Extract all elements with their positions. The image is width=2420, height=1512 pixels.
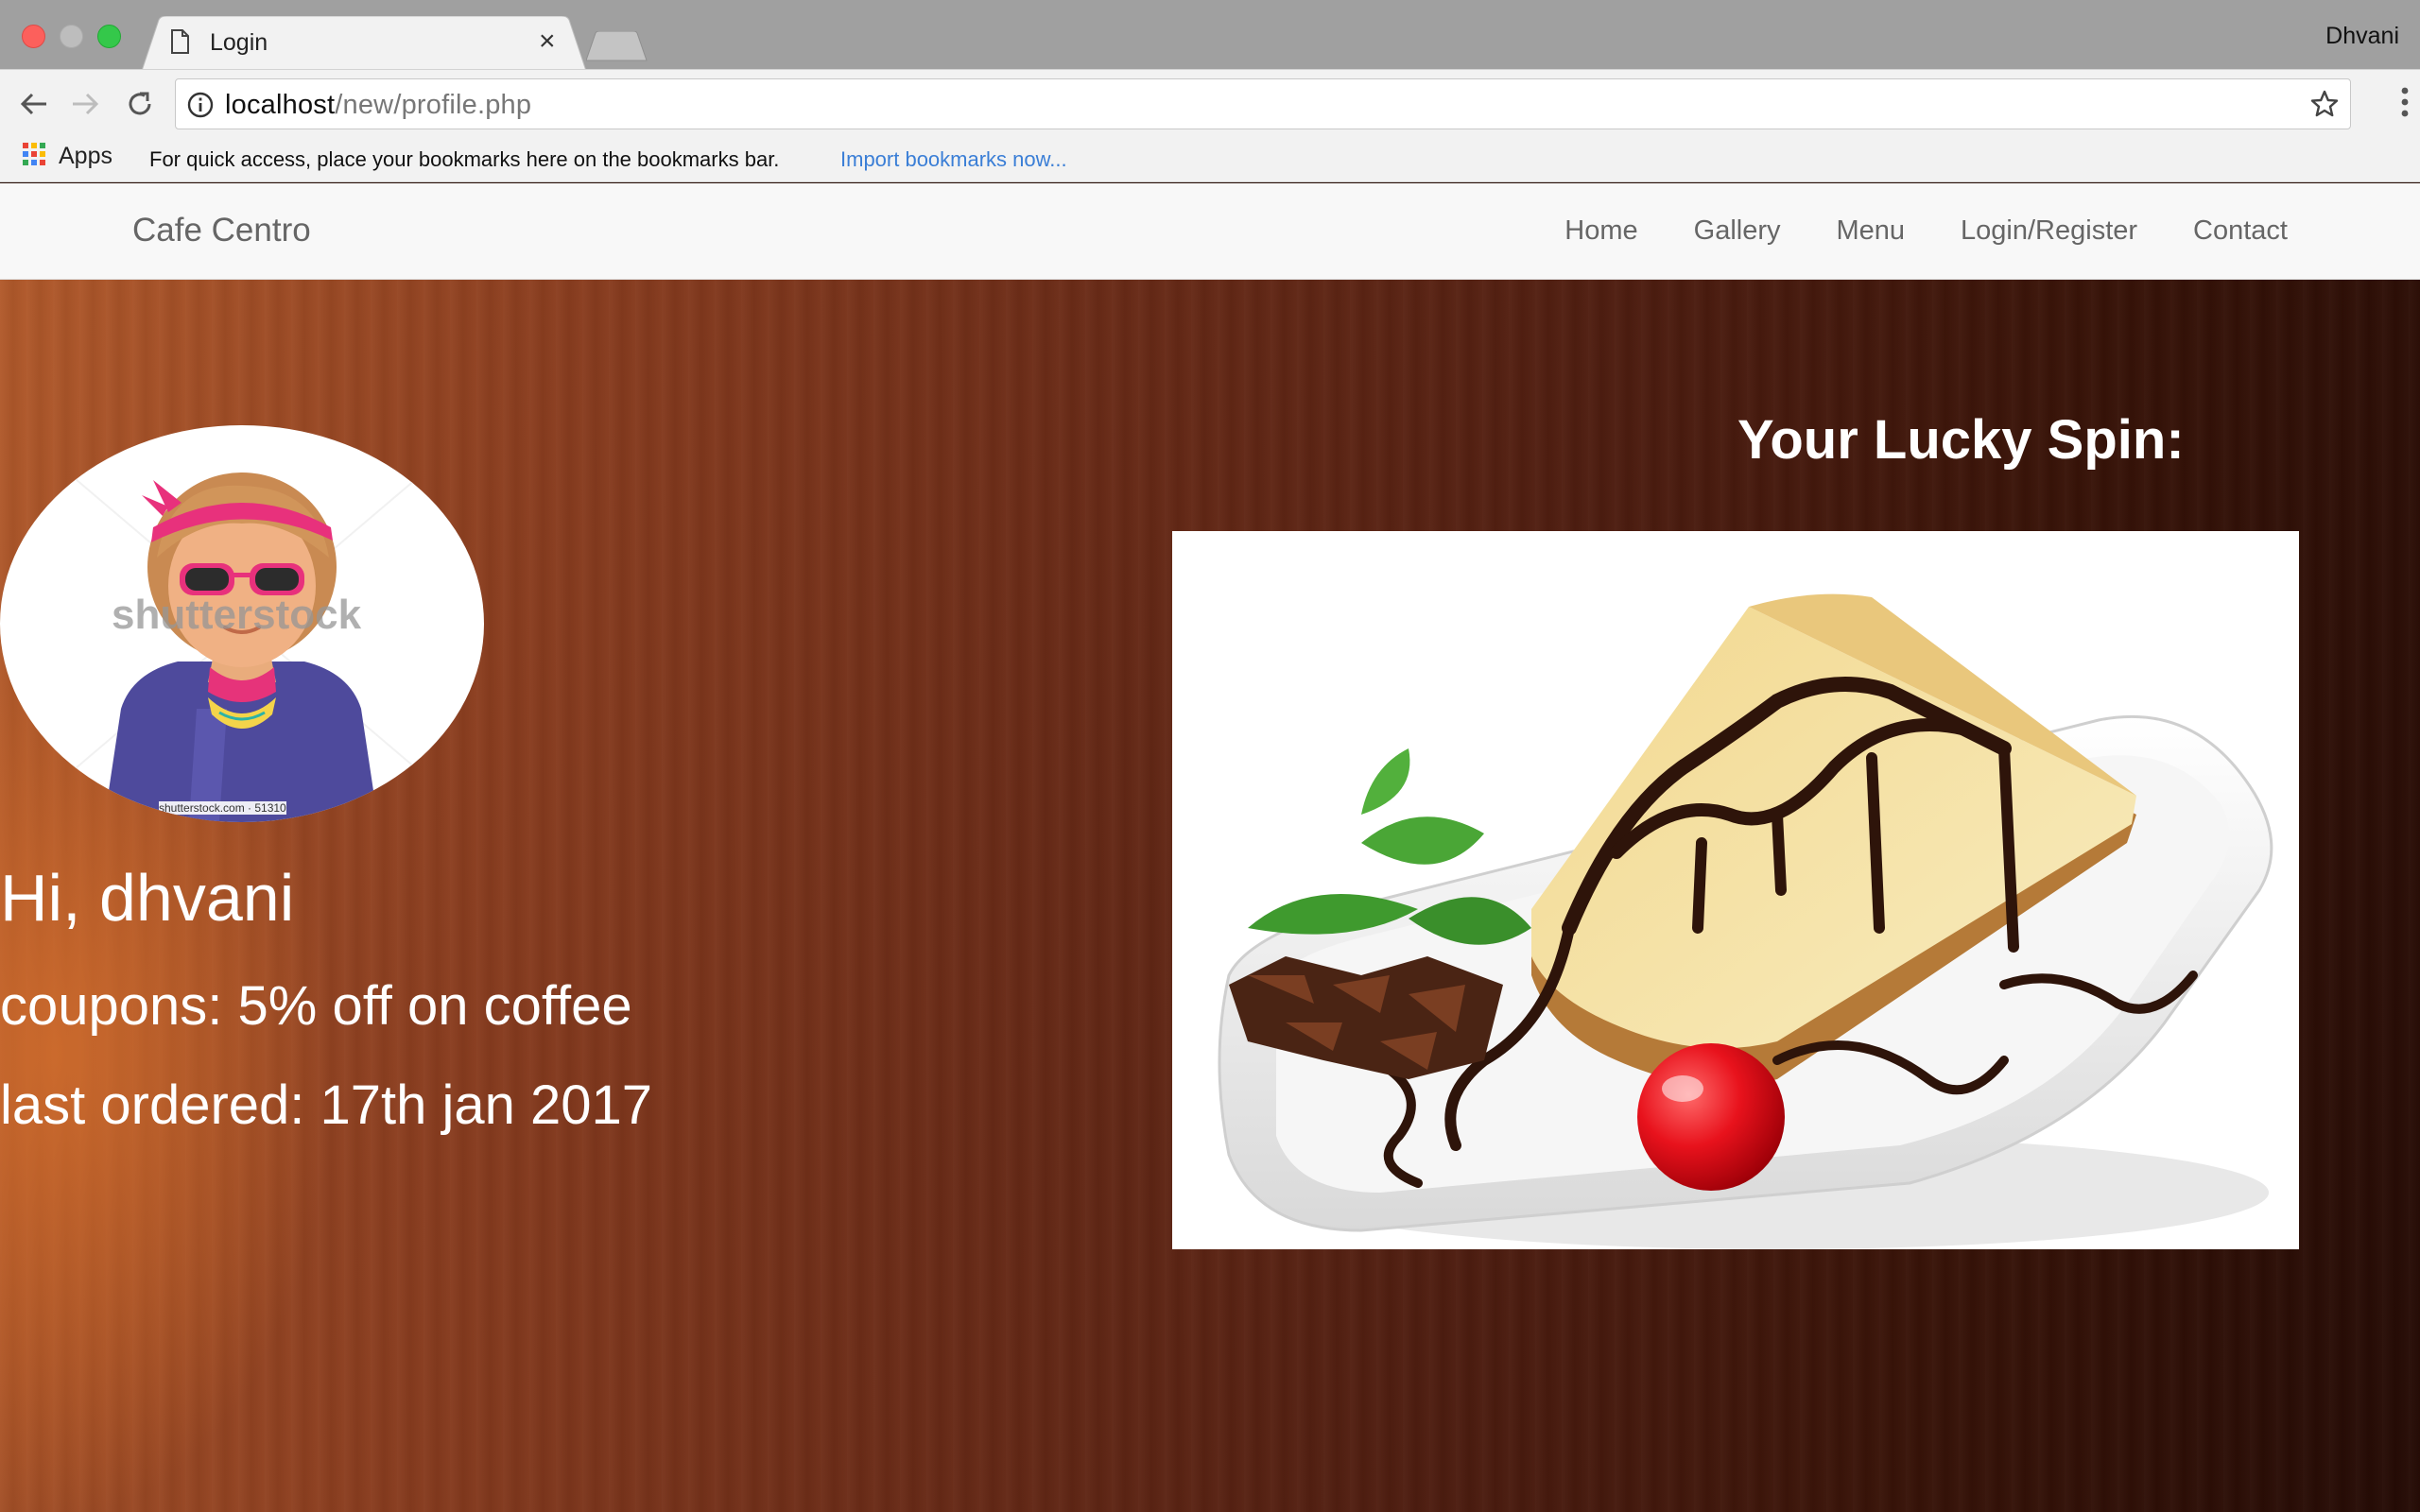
document-icon xyxy=(170,29,189,59)
import-bookmarks-link[interactable]: Import bookmarks now... xyxy=(840,147,1067,172)
bookmark-star-icon[interactable] xyxy=(2310,90,2339,123)
bookmarks-hint-text: For quick access, place your bookmarks h… xyxy=(149,147,780,171)
url-host: localhost xyxy=(225,90,336,120)
user-greeting: Hi, dhvani xyxy=(0,861,295,935)
apps-shortcut[interactable]: Apps xyxy=(23,143,112,170)
url-path: /new/profile.php xyxy=(335,90,532,120)
close-window-button[interactable] xyxy=(22,25,45,48)
new-tab-button[interactable] xyxy=(585,30,648,66)
tab-title: Login xyxy=(210,29,268,56)
site-nav-links: Home Gallery Menu Login/Register Contact xyxy=(1509,215,2288,247)
nav-link-login-register[interactable]: Login/Register xyxy=(1961,215,2137,247)
forward-arrow-icon[interactable] xyxy=(66,85,104,123)
site-navbar: Cafe Centro Home Gallery Menu Login/Regi… xyxy=(0,183,2420,280)
tab-close-icon[interactable]: × xyxy=(539,26,556,58)
nav-link-menu[interactable]: Menu xyxy=(1837,215,1906,247)
nav-link-gallery[interactable]: Gallery xyxy=(1694,215,1781,247)
last-ordered-text: last ordered: 17th jan 2017 xyxy=(0,1074,653,1136)
bookmarks-bar: Apps For quick access, place your bookma… xyxy=(0,137,2420,182)
coupons-text: coupons: 5% off on coffee xyxy=(0,975,632,1037)
browser-tab-strip: Login × Dhvani xyxy=(0,0,2420,71)
browser-toolbar: localhost/new/profile.php xyxy=(0,69,2420,137)
lucky-spin-image xyxy=(1172,531,2299,1249)
maximize-window-button[interactable] xyxy=(97,25,121,48)
avatar: shutterstock shutterstock.com · 51310 xyxy=(0,425,484,822)
url-text: localhost/new/profile.php xyxy=(225,90,531,121)
browser-profile-name[interactable]: Dhvani xyxy=(2325,23,2399,50)
lucky-spin-title: Your Lucky Spin: xyxy=(1737,409,2185,471)
avatar-caption: shutterstock.com · 51310 xyxy=(159,801,286,815)
back-arrow-icon[interactable] xyxy=(15,85,53,123)
site-brand[interactable]: Cafe Centro xyxy=(132,212,311,249)
apps-label: Apps xyxy=(59,143,112,169)
nav-link-contact[interactable]: Contact xyxy=(2193,215,2288,247)
profile-hero: shutterstock shutterstock.com · 51310 Hi… xyxy=(0,280,2420,1512)
browser-tab-active[interactable]: Login × xyxy=(142,16,586,71)
avatar-watermark: shutterstock xyxy=(112,592,362,638)
site-info-icon[interactable] xyxy=(187,92,214,123)
browser-menu-icon[interactable] xyxy=(2401,87,2409,122)
reload-icon[interactable] xyxy=(121,85,159,123)
apps-grid-icon xyxy=(23,143,45,170)
address-bar[interactable]: localhost/new/profile.php xyxy=(175,78,2351,129)
nav-link-home[interactable]: Home xyxy=(1564,215,1637,247)
minimize-window-button[interactable] xyxy=(60,25,83,48)
